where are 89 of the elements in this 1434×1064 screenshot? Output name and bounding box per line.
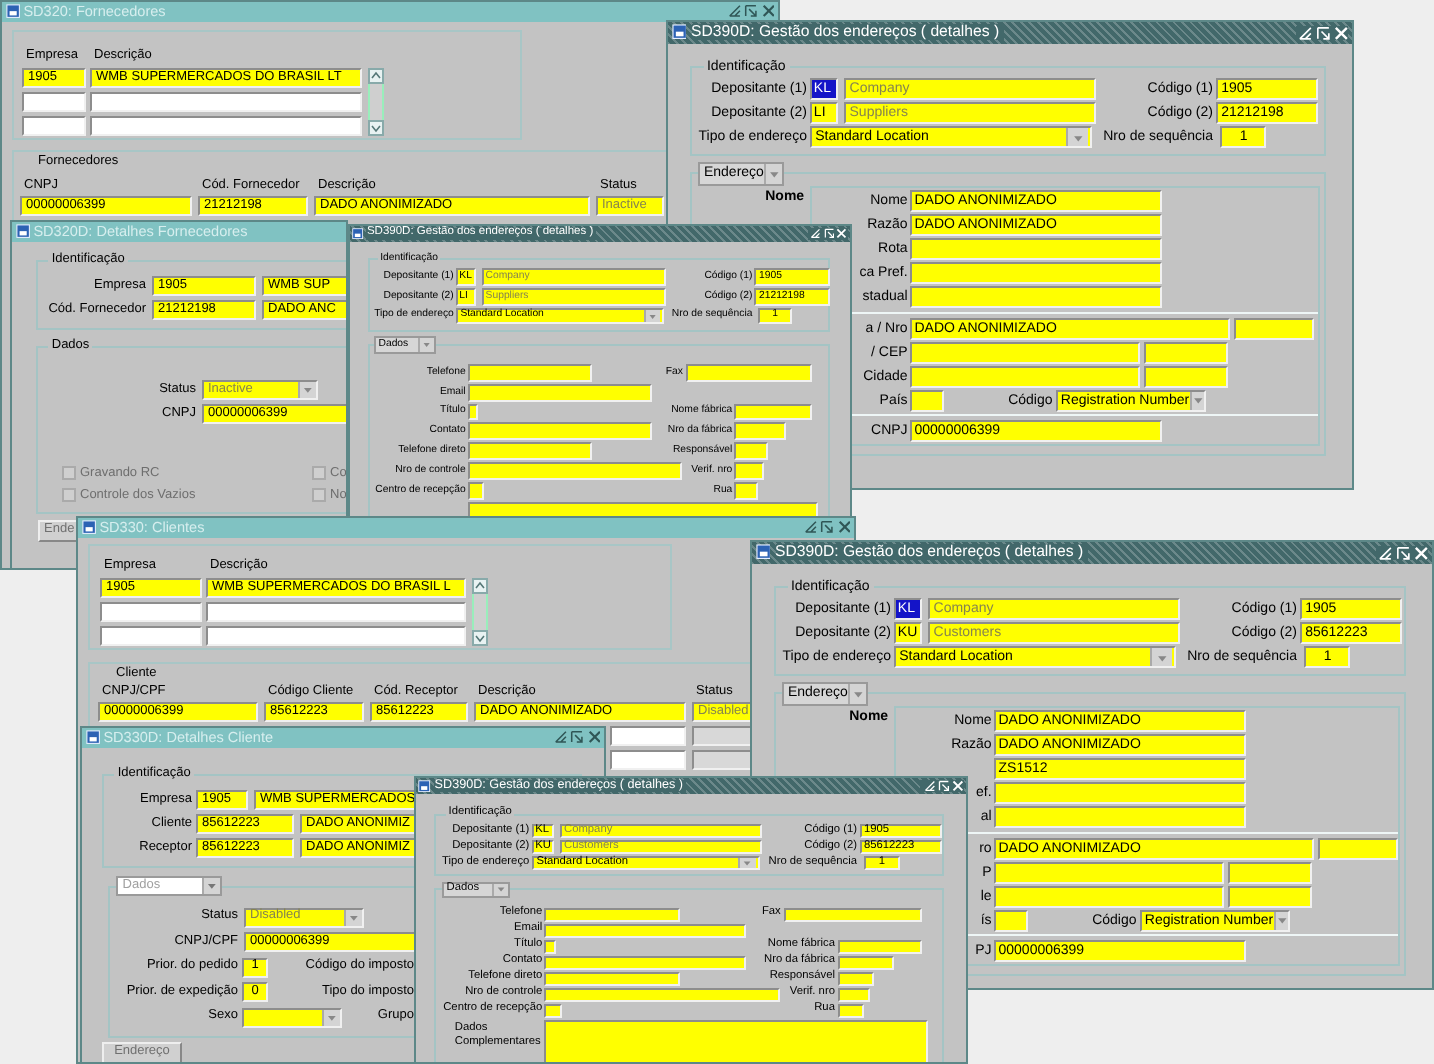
- input-field[interactable]: [837, 955, 895, 970]
- window-icon: [418, 780, 432, 793]
- input-field[interactable]: [685, 363, 812, 382]
- input-field[interactable]: [837, 1003, 864, 1018]
- input-field[interactable]: [467, 481, 484, 500]
- caret-icon: [648, 311, 658, 321]
- window-icon: [5, 4, 20, 19]
- input-field[interactable]: [993, 782, 1246, 805]
- window-icon: [755, 544, 771, 561]
- input-field[interactable]: [467, 422, 652, 441]
- empty-field[interactable]: [22, 91, 86, 112]
- input-field[interactable]: [837, 987, 871, 1002]
- input-field[interactable]: [993, 885, 1224, 908]
- input-field[interactable]: [734, 481, 759, 500]
- caret-icon: [1071, 131, 1085, 145]
- input-field[interactable]: [544, 923, 747, 938]
- empty-field[interactable]: [610, 726, 686, 747]
- input-field[interactable]: [734, 403, 812, 421]
- close-icon[interactable]: [761, 4, 775, 19]
- input-field[interactable]: [1227, 861, 1313, 884]
- caret-icon: [851, 687, 864, 701]
- caret-icon: [325, 1011, 338, 1023]
- caret-icon: [347, 911, 360, 923]
- window-icon: [81, 520, 96, 535]
- maximize-icon[interactable]: [570, 730, 585, 745]
- input-field[interactable]: [544, 1020, 929, 1062]
- input-field[interactable]: [909, 389, 944, 412]
- input-field[interactable]: [1143, 365, 1229, 388]
- empty-field[interactable]: [100, 625, 202, 646]
- empty-field[interactable]: [610, 750, 686, 771]
- caret-icon: [301, 383, 314, 396]
- input-field[interactable]: [1234, 317, 1315, 340]
- close-icon[interactable]: [837, 520, 851, 535]
- input-field[interactable]: [734, 422, 787, 441]
- scrollbar[interactable]: [368, 67, 384, 136]
- input-field[interactable]: [544, 971, 681, 986]
- empty-field[interactable]: [100, 601, 202, 622]
- caret-icon: [422, 340, 433, 350]
- maximize-icon[interactable]: [744, 4, 759, 19]
- input-field[interactable]: [467, 403, 478, 421]
- input-field[interactable]: [783, 907, 922, 922]
- input-field[interactable]: [1227, 885, 1313, 908]
- input-field[interactable]: [909, 238, 1162, 261]
- caret-icon: [1155, 651, 1169, 665]
- input-field[interactable]: [993, 861, 1224, 884]
- window-icon: [85, 730, 100, 745]
- resize-icon[interactable]: [554, 730, 569, 745]
- input-field[interactable]: [909, 262, 1162, 285]
- input-field[interactable]: [544, 907, 681, 922]
- input-field[interactable]: [467, 461, 682, 480]
- caret-icon: [767, 167, 780, 181]
- dropdown[interactable]: [242, 1007, 342, 1027]
- resize-icon[interactable]: [728, 4, 743, 19]
- empty-field[interactable]: [90, 91, 362, 112]
- empty-field[interactable]: [206, 601, 466, 622]
- window-icon: [671, 24, 687, 41]
- input-field[interactable]: [544, 955, 747, 970]
- window-icon: [352, 228, 364, 240]
- input-field[interactable]: [837, 971, 874, 986]
- resize-icon[interactable]: [804, 520, 819, 535]
- input-field[interactable]: [1143, 341, 1229, 364]
- input-field[interactable]: [544, 987, 780, 1002]
- input-field[interactable]: [993, 806, 1246, 829]
- input-field[interactable]: [467, 383, 652, 402]
- input-field[interactable]: [544, 939, 556, 954]
- window-icon: [15, 224, 30, 239]
- empty-field[interactable]: [90, 115, 362, 136]
- maximize-icon[interactable]: [820, 520, 835, 535]
- caret-icon: [495, 883, 506, 895]
- input-field[interactable]: [1318, 837, 1399, 860]
- empty-field[interactable]: [692, 726, 756, 747]
- input-field[interactable]: [909, 365, 1140, 388]
- scrollbar[interactable]: [472, 577, 488, 646]
- empty-field[interactable]: [22, 115, 86, 136]
- input-field[interactable]: [734, 442, 768, 460]
- caret-icon: [1191, 393, 1204, 407]
- caret-icon: [206, 880, 218, 893]
- empty-field[interactable]: [206, 625, 466, 646]
- input-field[interactable]: [544, 1003, 562, 1018]
- input-field[interactable]: [734, 461, 765, 480]
- caret-icon: [1275, 913, 1288, 927]
- empty-field[interactable]: [692, 750, 756, 771]
- input-field[interactable]: [993, 909, 1028, 932]
- input-field[interactable]: [837, 939, 922, 954]
- input-field[interactable]: [467, 442, 592, 460]
- close-icon[interactable]: [587, 730, 601, 745]
- input-field[interactable]: [467, 363, 592, 382]
- input-field[interactable]: [909, 286, 1162, 309]
- input-field[interactable]: [909, 341, 1140, 364]
